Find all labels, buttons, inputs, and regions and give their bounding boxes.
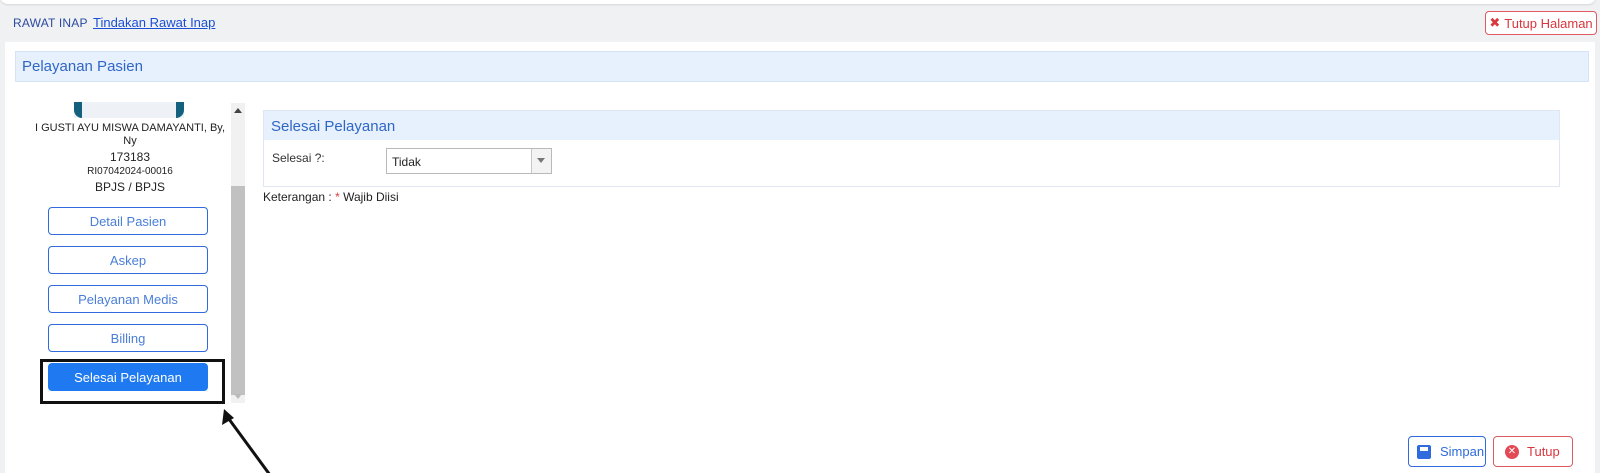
note-prefix: Keterangan : xyxy=(263,190,336,204)
section-title: Selesai Pelayanan xyxy=(271,118,396,135)
nav-billing-button[interactable]: Billing xyxy=(48,324,208,352)
patient-photo xyxy=(74,102,184,118)
nav-askep-button[interactable]: Askep xyxy=(48,246,208,274)
patient-name: I GUSTI AYU MISWA DAMAYANTI, By, Ny xyxy=(34,122,226,147)
close-icon: ✖ xyxy=(1489,15,1501,30)
save-button[interactable]: Simpan xyxy=(1408,436,1486,467)
nav-detail-pasien-button[interactable]: Detail Pasien xyxy=(48,207,208,235)
note-text: Wajib Diisi xyxy=(339,190,399,204)
panel-title: Pelayanan Pasien xyxy=(22,58,143,75)
close-page-label: Tutup Halaman xyxy=(1504,15,1593,31)
breadcrumb-section[interactable]: RAWAT INAP xyxy=(13,16,88,30)
required-note: Keterangan : * Wajib Diisi xyxy=(263,190,399,204)
selesai-select-value: Tidak xyxy=(392,155,421,169)
top-bar xyxy=(0,0,1600,8)
nav-pelayanan-medis-button[interactable]: Pelayanan Medis xyxy=(48,285,208,313)
breadcrumb: RAWAT INAP Tindakan Rawat Inap xyxy=(13,15,215,30)
scroll-up-arrow-icon[interactable] xyxy=(234,108,242,113)
cancel-button[interactable]: ✕ Tutup xyxy=(1493,436,1573,467)
patient-registration-number: RI07042024-00016 xyxy=(87,166,173,177)
save-icon xyxy=(1417,444,1431,459)
section-header: Selesai Pelayanan xyxy=(264,111,1559,140)
selesai-field-label: Selesai ?: xyxy=(272,151,325,165)
cancel-label: Tutup xyxy=(1527,444,1560,459)
highlight-box xyxy=(40,359,225,404)
scrollbar-thumb[interactable] xyxy=(231,186,245,395)
close-page-button[interactable]: ✖ Tutup Halaman xyxy=(1485,11,1597,35)
breadcrumb-current-page[interactable]: Tindakan Rawat Inap xyxy=(93,15,215,30)
sidebar-scrollbar[interactable] xyxy=(231,103,245,403)
panel-header: Pelayanan Pasien xyxy=(15,51,1589,82)
patient-medical-record-number: 173183 xyxy=(109,150,151,164)
selesai-select[interactable]: Tidak xyxy=(386,148,552,174)
selesai-pelayanan-section: Selesai Pelayanan Selesai ?: Tidak xyxy=(263,110,1560,187)
close-circle-icon: ✕ xyxy=(1505,444,1519,459)
save-label: Simpan xyxy=(1440,444,1485,459)
scroll-down-arrow-icon[interactable] xyxy=(234,394,242,399)
patient-payer: BPJS / BPJS xyxy=(94,180,166,194)
chevron-down-icon[interactable] xyxy=(531,149,551,173)
